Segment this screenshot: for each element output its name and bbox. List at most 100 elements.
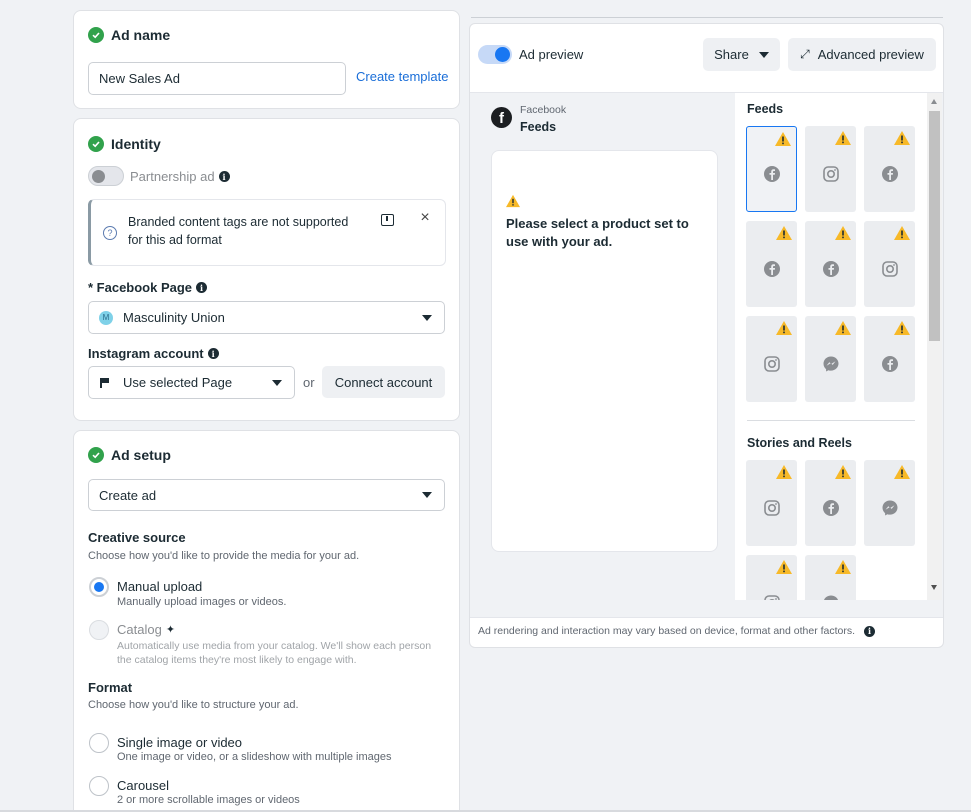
- carousel-desc: 2 or more scrollable images or videos: [117, 794, 300, 806]
- manual-upload-desc: Manually upload images or videos.: [117, 596, 287, 608]
- placement-tile[interactable]: [805, 126, 856, 212]
- facebook-icon: [763, 165, 781, 183]
- top-divider: [471, 17, 943, 18]
- warning-icon: [834, 320, 852, 336]
- info-icon[interactable]: i: [196, 282, 208, 293]
- placement-tile[interactable]: [746, 126, 797, 212]
- empty-message: Please select a product set to use with …: [506, 216, 689, 249]
- feedback-icon[interactable]: [381, 214, 394, 226]
- placement-tile[interactable]: [746, 555, 797, 600]
- messenger-icon: [822, 594, 840, 600]
- check-circle-icon: [88, 27, 104, 43]
- ad-setup-card: Ad setup Create ad Creative source Choos…: [73, 430, 460, 812]
- ad-name-card: Ad name New Sales Ad Create template: [73, 10, 460, 109]
- facebook-page-select[interactable]: M Masculinity Union: [88, 301, 445, 334]
- chevron-down-icon: [272, 379, 282, 386]
- share-button[interactable]: Share: [703, 38, 780, 71]
- preview-card: Ad preview Share ⤢ Advanced preview f Fa…: [469, 23, 944, 648]
- facebook-page-label: * Facebook Page i: [88, 280, 208, 295]
- instagram-account-select[interactable]: Use selected Page: [88, 366, 295, 399]
- info-icon[interactable]: i: [207, 348, 219, 359]
- branded-content-notice: ? Branded content tags are not supported…: [88, 199, 446, 266]
- facebook-icon: [763, 260, 781, 278]
- placement-tile[interactable]: [805, 460, 856, 546]
- expand-icon: ⤢: [800, 47, 810, 61]
- flag-icon: [99, 377, 111, 389]
- scroll-down-arrow[interactable]: [931, 585, 937, 590]
- warning-icon: [893, 130, 911, 146]
- placement-tile[interactable]: [864, 460, 915, 546]
- or-text: or: [303, 375, 315, 390]
- instagram-account-label: Instagram account i: [88, 346, 219, 361]
- catalog-radio[interactable]: [89, 620, 109, 640]
- warning-icon: [893, 225, 911, 241]
- warning-icon: [775, 225, 793, 241]
- partnership-label: Partnership ad i: [130, 169, 230, 184]
- check-circle-icon: [88, 136, 104, 152]
- warning-icon: [774, 131, 792, 147]
- ad-setup-select[interactable]: Create ad: [88, 479, 445, 511]
- identity-title: Identity: [88, 136, 161, 152]
- chevron-down-icon: [758, 51, 769, 58]
- placement-tile[interactable]: [864, 126, 915, 212]
- scroll-up-arrow[interactable]: [931, 99, 937, 104]
- placement-tile[interactable]: [746, 460, 797, 546]
- format-title: Format: [88, 680, 133, 695]
- chevron-down-icon: [422, 314, 432, 321]
- scrollbar-thumb[interactable]: [929, 111, 940, 341]
- placement-tile[interactable]: [746, 221, 797, 307]
- warning-icon: [775, 559, 793, 575]
- chevron-down-icon: [422, 492, 432, 498]
- messenger-icon: [881, 499, 899, 517]
- carousel-label: Carousel: [117, 778, 170, 793]
- disclaimer: Ad rendering and interaction may vary ba…: [478, 625, 876, 637]
- scrollbar[interactable]: [927, 93, 942, 600]
- placement-tile[interactable]: [805, 221, 856, 307]
- info-icon[interactable]: i: [864, 625, 876, 637]
- section-divider: [747, 420, 915, 421]
- messenger-icon: [822, 355, 840, 373]
- catalog-label: Catalog ✦: [117, 622, 176, 637]
- warning-icon: [834, 464, 852, 480]
- identity-card: Identity Partnership ad i ? Branded cont…: [73, 118, 460, 421]
- toggle-knob: [495, 47, 510, 62]
- warning-icon: [893, 320, 911, 336]
- ad-name-input[interactable]: New Sales Ad: [88, 62, 346, 95]
- placement-tile[interactable]: [864, 316, 915, 402]
- placement-tile[interactable]: [805, 316, 856, 402]
- placement-name: Feeds: [520, 120, 557, 134]
- partnership-toggle[interactable]: [88, 166, 124, 186]
- carousel-radio[interactable]: [89, 776, 109, 796]
- page-avatar: M: [99, 310, 113, 325]
- placement-tile[interactable]: [746, 316, 797, 402]
- warning-icon: [775, 464, 793, 480]
- ad-preview-toggle[interactable]: [478, 45, 512, 64]
- warning-icon: [506, 194, 520, 208]
- stories-title: Stories and Reels: [747, 436, 852, 450]
- close-icon[interactable]: ×: [417, 210, 433, 226]
- check-circle-icon: [88, 447, 104, 463]
- instagram-icon: [763, 499, 781, 517]
- placement-tile[interactable]: [805, 555, 856, 600]
- facebook-icon: [881, 355, 899, 373]
- facebook-icon: [881, 165, 899, 183]
- creative-source-title: Creative source: [88, 530, 186, 545]
- advanced-preview-button[interactable]: ⤢ Advanced preview: [788, 38, 936, 71]
- ad-name-title: Ad name: [88, 27, 170, 43]
- single-image-radio[interactable]: [89, 733, 109, 753]
- connect-account-button[interactable]: Connect account: [322, 366, 445, 398]
- info-icon[interactable]: i: [218, 171, 230, 182]
- question-circle-icon: ?: [103, 226, 117, 240]
- placement-platform: Facebook: [520, 104, 567, 116]
- facebook-logo-icon: f: [491, 107, 512, 128]
- placement-tile[interactable]: [864, 221, 915, 307]
- create-template-link[interactable]: Create template: [356, 69, 449, 84]
- sparkle-icon: ✦: [165, 624, 176, 636]
- warning-icon: [834, 559, 852, 575]
- feeds-title: Feeds: [747, 102, 784, 116]
- instagram-icon: [822, 165, 840, 183]
- warning-icon: [893, 464, 911, 480]
- warning-icon: [834, 130, 852, 146]
- preview-ad-card: Please select a product set to use with …: [491, 150, 718, 552]
- manual-upload-radio[interactable]: [89, 577, 109, 597]
